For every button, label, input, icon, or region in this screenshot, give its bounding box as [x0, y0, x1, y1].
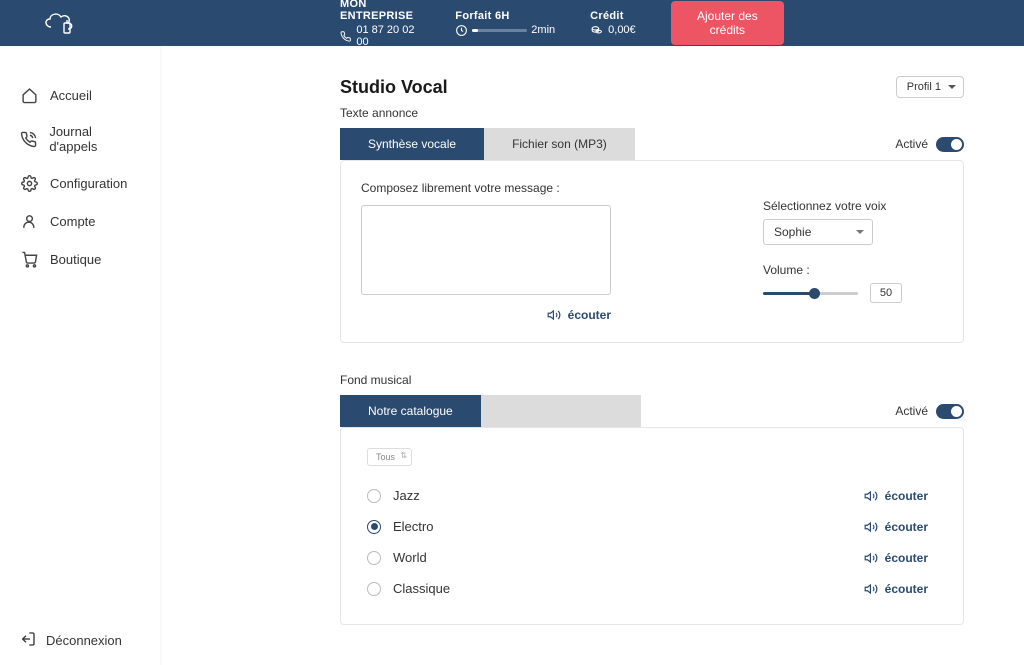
- announcement-listen-button[interactable]: écouter: [361, 308, 611, 322]
- tab-synthesis[interactable]: Synthèse vocale: [340, 128, 484, 160]
- genre-name: Electro: [393, 519, 433, 534]
- sidebar-item-home[interactable]: Accueil: [0, 76, 160, 114]
- company-phone: 01 87 20 02 00: [356, 24, 420, 48]
- sidebar-item-label: Accueil: [50, 88, 92, 103]
- message-textarea[interactable]: [361, 205, 611, 295]
- credit-label: Crédit: [590, 10, 636, 22]
- sidebar-item-account[interactable]: Compte: [0, 202, 160, 240]
- profile-selected-value: Profil 1: [907, 81, 941, 93]
- header-credit-block: Crédit 0,00€: [590, 10, 636, 37]
- plan-label: Forfait 6H: [455, 10, 555, 22]
- listen-label: écouter: [885, 582, 928, 596]
- sidebar-item-label: Journal d'appels: [49, 124, 140, 154]
- genre-row: Classique écouter: [361, 573, 928, 604]
- genre-name: World: [393, 550, 427, 565]
- profile-select[interactable]: Profil 1: [896, 76, 964, 98]
- genre-radio[interactable]: [367, 582, 381, 596]
- gear-icon: [20, 174, 38, 192]
- sidebar-item-label: Configuration: [50, 176, 127, 191]
- genre-row: Jazz écouter: [361, 480, 928, 511]
- music-toggle-label: Activé: [895, 404, 928, 418]
- music-toggle[interactable]: [936, 404, 964, 419]
- add-credits-button[interactable]: Ajouter des crédits: [671, 1, 784, 45]
- announcement-toggle[interactable]: [936, 137, 964, 152]
- music-section-label: Fond musical: [340, 373, 964, 387]
- genre-filter-value: Tous: [376, 452, 395, 462]
- home-icon: [20, 86, 38, 104]
- genre-list: JazzécouterElectroécouterWorldécouterCla…: [361, 480, 928, 604]
- header-plan-block: Forfait 6H 2min: [455, 10, 555, 37]
- genre-name: Classique: [393, 581, 450, 596]
- credit-value: 0,00€: [608, 24, 636, 36]
- tab-catalog[interactable]: Notre catalogue: [340, 395, 481, 427]
- speaker-icon: [546, 308, 562, 322]
- sidebar-item-configuration[interactable]: Configuration: [0, 164, 160, 202]
- music-panel: Tous Jazz écouter Electro écouter World écout…: [340, 427, 964, 625]
- genre-row: World écouter: [361, 542, 928, 573]
- genre-radio[interactable]: [367, 520, 381, 534]
- phone-ring-icon: [20, 130, 37, 148]
- voice-label: Sélectionnez votre voix: [763, 199, 943, 213]
- listen-label: écouter: [568, 308, 611, 322]
- header: MON ENTREPRISE 01 87 20 02 00 Forfait 6H…: [0, 0, 1024, 46]
- genre-listen-button[interactable]: écouter: [863, 520, 928, 534]
- logout-label: Déconnexion: [46, 633, 122, 648]
- genre-radio[interactable]: [367, 489, 381, 503]
- header-company-block: MON ENTREPRISE 01 87 20 02 00: [340, 0, 420, 48]
- speaker-icon: [863, 520, 879, 534]
- company-name: MON ENTREPRISE: [340, 0, 420, 22]
- volume-label: Volume :: [763, 263, 943, 277]
- plan-remaining: 2min: [531, 24, 555, 36]
- genre-row: Electro écouter: [361, 511, 928, 542]
- sidebar-item-shop[interactable]: Boutique: [0, 240, 160, 278]
- plan-progress: [472, 29, 527, 32]
- sidebar-item-label: Compte: [50, 214, 96, 229]
- voice-select[interactable]: Sophie: [763, 219, 873, 245]
- genre-filter-select[interactable]: Tous: [367, 448, 412, 466]
- volume-value: 50: [870, 283, 902, 303]
- logo: [40, 8, 80, 38]
- speaker-icon: [863, 489, 879, 503]
- logout-icon: [20, 631, 36, 650]
- genre-listen-button[interactable]: écouter: [863, 582, 928, 596]
- tab-catalog-alt[interactable]: [481, 395, 641, 427]
- listen-label: écouter: [885, 551, 928, 565]
- listen-label: écouter: [885, 489, 928, 503]
- user-icon: [20, 212, 38, 230]
- speaker-icon: [863, 551, 879, 565]
- announcement-section-label: Texte annonce: [340, 106, 964, 120]
- sidebar: Accueil Journal d'appels Configuration C…: [0, 46, 160, 665]
- sidebar-item-call-log[interactable]: Journal d'appels: [0, 114, 160, 164]
- volume-slider[interactable]: [763, 292, 858, 295]
- compose-label: Composez librement votre message :: [361, 181, 733, 195]
- sidebar-item-label: Boutique: [50, 252, 101, 267]
- clock-icon: [455, 24, 468, 37]
- page-title: Studio Vocal: [340, 77, 448, 98]
- logout-link[interactable]: Déconnexion: [0, 616, 160, 665]
- genre-radio[interactable]: [367, 551, 381, 565]
- announcement-toggle-label: Activé: [895, 137, 928, 151]
- listen-label: écouter: [885, 520, 928, 534]
- coins-icon: [590, 24, 603, 37]
- announcement-panel: Composez librement votre message : écout…: [340, 160, 964, 343]
- main-content: Studio Vocal Profil 1 Texte annonce Synt…: [160, 46, 1024, 665]
- phone-icon: [340, 30, 351, 43]
- tab-sound-file[interactable]: Fichier son (MP3): [484, 128, 635, 160]
- genre-listen-button[interactable]: écouter: [863, 489, 928, 503]
- genre-listen-button[interactable]: écouter: [863, 551, 928, 565]
- speaker-icon: [863, 582, 879, 596]
- cart-icon: [20, 250, 38, 268]
- voice-selected-value: Sophie: [774, 225, 811, 239]
- genre-name: Jazz: [393, 488, 420, 503]
